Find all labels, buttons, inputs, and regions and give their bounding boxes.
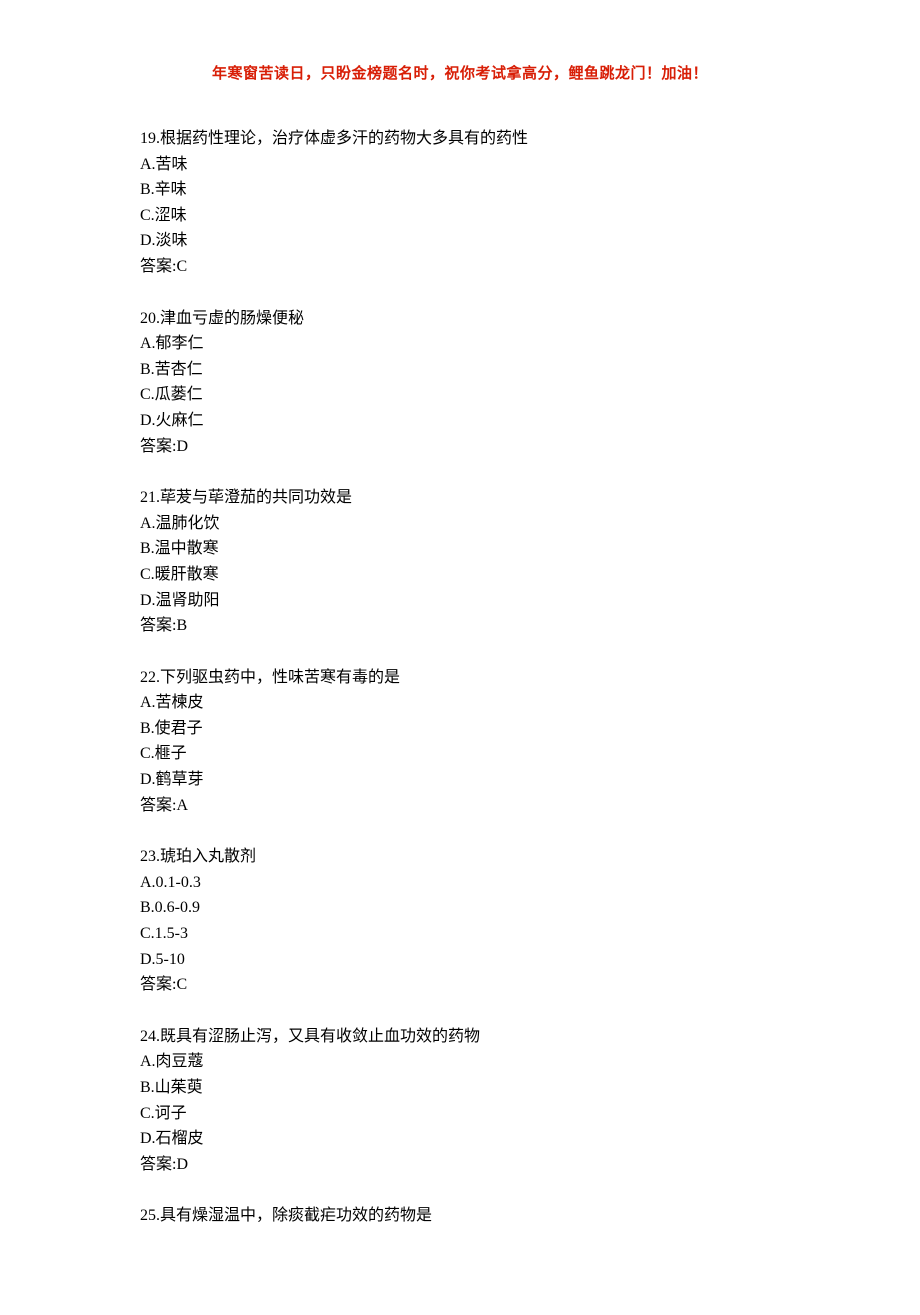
question-option: D.温肾助阳	[140, 588, 780, 614]
question-stem: 23.琥珀入丸散剂	[140, 844, 780, 870]
question-answer: 答案:D	[140, 434, 780, 460]
content-area: 19.根据药性理论，治疗体虚多汗的药物大多具有的药性A.苦味B.辛味C.涩味D.…	[140, 126, 780, 1229]
question-stem: 22.下列驱虫药中，性味苦寒有毒的是	[140, 665, 780, 691]
question-option: A.肉豆蔻	[140, 1049, 780, 1075]
question-option: D.5-10	[140, 947, 780, 973]
question-option: C.涩味	[140, 203, 780, 229]
question-option: C.瓜蒌仁	[140, 382, 780, 408]
page-header: 年寒窗苦读日，只盼金榜题名时，祝你考试拿高分，鲤鱼跳龙门！加油！	[140, 62, 780, 86]
question-option: D.石榴皮	[140, 1126, 780, 1152]
question-block: 19.根据药性理论，治疗体虚多汗的药物大多具有的药性A.苦味B.辛味C.涩味D.…	[140, 126, 780, 280]
question-block: 22.下列驱虫药中，性味苦寒有毒的是A.苦楝皮B.使君子C.榧子D.鹤草芽答案:…	[140, 665, 780, 819]
question-option: A.郁李仁	[140, 331, 780, 357]
question-option: C.诃子	[140, 1101, 780, 1127]
question-stem: 20.津血亏虚的肠燥便秘	[140, 306, 780, 332]
question-option: B.0.6-0.9	[140, 895, 780, 921]
question-stem: 25.具有燥湿温中，除痰截疟功效的药物是	[140, 1203, 780, 1229]
question-option: A.苦味	[140, 152, 780, 178]
question-option: B.苦杏仁	[140, 357, 780, 383]
document-page: 年寒窗苦读日，只盼金榜题名时，祝你考试拿高分，鲤鱼跳龙门！加油！ 19.根据药性…	[0, 0, 920, 1315]
question-option: D.鹤草芽	[140, 767, 780, 793]
question-option: B.温中散寒	[140, 536, 780, 562]
question-stem: 21.荜茇与荜澄茄的共同功效是	[140, 485, 780, 511]
question-option: A.0.1-0.3	[140, 870, 780, 896]
question-block: 23.琥珀入丸散剂A.0.1-0.3B.0.6-0.9C.1.5-3D.5-10…	[140, 844, 780, 998]
question-option: B.辛味	[140, 177, 780, 203]
question-answer: 答案:D	[140, 1152, 780, 1178]
question-option: D.淡味	[140, 228, 780, 254]
question-answer: 答案:C	[140, 254, 780, 280]
question-option: D.火麻仁	[140, 408, 780, 434]
question-option: A.温肺化饮	[140, 511, 780, 537]
question-block: 25.具有燥湿温中，除痰截疟功效的药物是	[140, 1203, 780, 1229]
question-option: C.1.5-3	[140, 921, 780, 947]
question-block: 20.津血亏虚的肠燥便秘A.郁李仁B.苦杏仁C.瓜蒌仁D.火麻仁答案:D	[140, 306, 780, 460]
question-option: B.使君子	[140, 716, 780, 742]
question-block: 21.荜茇与荜澄茄的共同功效是A.温肺化饮B.温中散寒C.暖肝散寒D.温肾助阳答…	[140, 485, 780, 639]
question-option: B.山茱萸	[140, 1075, 780, 1101]
question-option: C.榧子	[140, 741, 780, 767]
question-option: C.暖肝散寒	[140, 562, 780, 588]
question-block: 24.既具有涩肠止泻，又具有收敛止血功效的药物A.肉豆蔻B.山茱萸C.诃子D.石…	[140, 1024, 780, 1178]
question-answer: 答案:B	[140, 613, 780, 639]
question-answer: 答案:A	[140, 793, 780, 819]
question-option: A.苦楝皮	[140, 690, 780, 716]
question-answer: 答案:C	[140, 972, 780, 998]
question-stem: 19.根据药性理论，治疗体虚多汗的药物大多具有的药性	[140, 126, 780, 152]
question-stem: 24.既具有涩肠止泻，又具有收敛止血功效的药物	[140, 1024, 780, 1050]
